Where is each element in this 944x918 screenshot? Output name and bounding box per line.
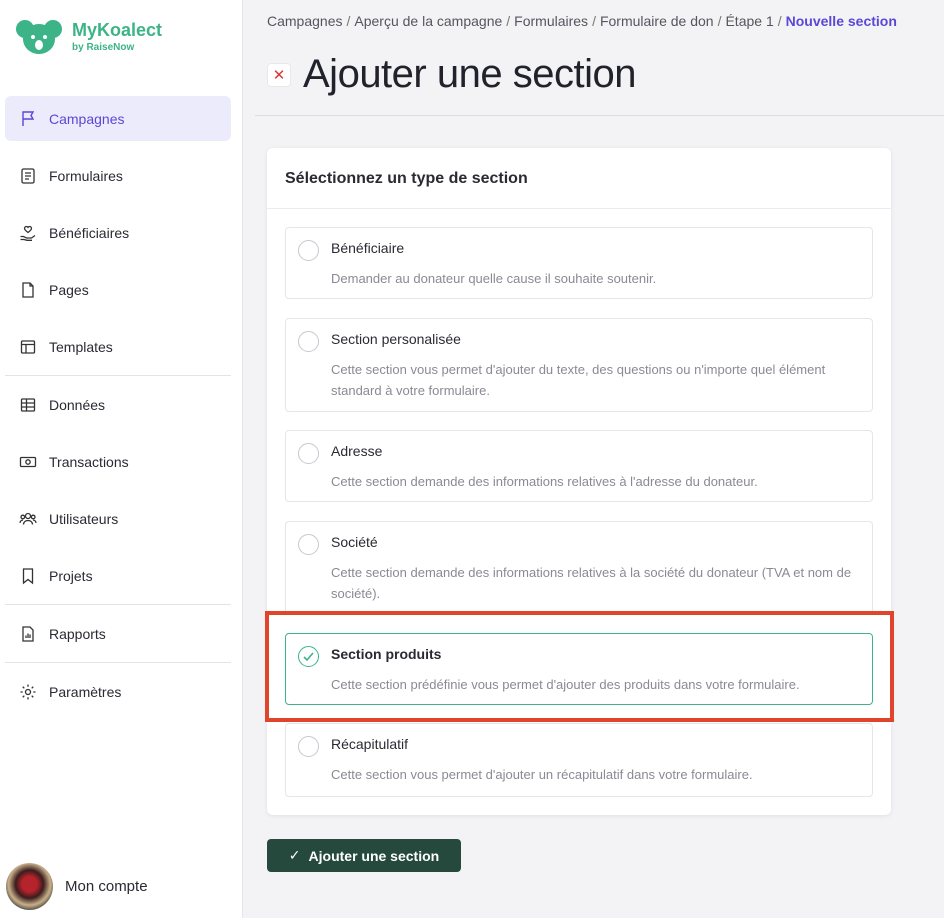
sidebar-item-projets[interactable]: Projets <box>5 553 231 598</box>
radio-button[interactable] <box>298 736 319 757</box>
nav-divider <box>5 375 231 376</box>
option-title: Section produits <box>331 646 442 662</box>
sidebar-item-donnees[interactable]: Données <box>5 382 231 427</box>
sidebar: MyKoalect by RaiseNow Campagnes Formulai… <box>0 0 243 918</box>
sidebar-nav: Campagnes Formulaires Bénéficiaires Page… <box>5 96 231 726</box>
header-divider <box>255 115 944 116</box>
bookmark-icon <box>19 567 37 585</box>
option-beneficiaire[interactable]: Bénéficiaire Demander au donateur quelle… <box>285 227 873 299</box>
sidebar-item-label: Utilisateurs <box>49 510 119 527</box>
sidebar-item-label: Pages <box>49 281 89 298</box>
sidebar-item-campagnes[interactable]: Campagnes <box>5 96 231 141</box>
option-description: Cette section vous permet d'ajouter un r… <box>331 767 753 782</box>
option-title: Section personalisée <box>331 331 461 347</box>
option-adresse[interactable]: Adresse Cette section demande des inform… <box>285 430 873 502</box>
hand-heart-icon <box>19 224 37 242</box>
sidebar-item-label: Campagnes <box>49 110 125 127</box>
option-section-personalisee[interactable]: Section personalisée Cette section vous … <box>285 318 873 412</box>
breadcrumb-separator: / <box>592 13 596 29</box>
breadcrumb-item[interactable]: Formulaire de don <box>600 13 714 29</box>
table-icon <box>19 396 37 414</box>
brand-logo[interactable]: MyKoalect by RaiseNow <box>16 17 162 57</box>
option-description: Cette section demande des informations r… <box>331 565 852 601</box>
breadcrumb-separator: / <box>506 13 511 29</box>
option-title: Adresse <box>331 443 383 459</box>
sidebar-item-parametres[interactable]: Paramètres <box>5 669 231 714</box>
users-icon <box>19 510 37 528</box>
sidebar-item-label: Paramètres <box>49 683 122 700</box>
koala-logo-icon <box>16 17 62 57</box>
option-recapitulatif[interactable]: Récapitulatif Cette section vous permet … <box>285 723 873 797</box>
sidebar-item-label: Bénéficiaires <box>49 224 130 241</box>
check-icon <box>303 652 314 662</box>
avatar[interactable] <box>6 863 53 910</box>
close-icon: ✕ <box>272 66 286 84</box>
sidebar-item-label: Projets <box>49 567 93 584</box>
sidebar-item-label: Formulaires <box>49 167 123 184</box>
section-type-card: Sélectionnez un type de section Bénéfici… <box>267 148 891 815</box>
check-icon: ✓ <box>288 847 301 863</box>
sidebar-item-pages[interactable]: Pages <box>5 267 231 312</box>
breadcrumb-item[interactable]: Formulaires <box>514 13 588 29</box>
option-societe[interactable]: Société Cette section demande des inform… <box>285 521 873 615</box>
cash-icon <box>19 453 37 471</box>
page-icon <box>19 281 37 299</box>
card-title: Sélectionnez un type de section <box>285 170 528 187</box>
option-description: Demander au donateur quelle cause il sou… <box>331 271 657 286</box>
breadcrumb-item[interactable]: Aperçu de la campagne <box>354 13 502 29</box>
breadcrumb-separator: / <box>777 13 782 29</box>
breadcrumb-item[interactable]: Campagnes <box>267 13 343 29</box>
gear-icon <box>19 683 37 701</box>
sidebar-item-rapports[interactable]: Rapports <box>5 611 231 656</box>
add-section-button[interactable]: ✓ Ajouter une section <box>267 839 461 872</box>
brand-title: MyKoalect <box>72 20 163 40</box>
breadcrumb: Campagnes / Aperçu de la campagne / Formulai… <box>267 13 897 29</box>
breadcrumb-separator: / <box>346 13 351 29</box>
sidebar-item-beneficiaires[interactable]: Bénéficiaires <box>5 210 231 255</box>
template-icon <box>19 338 37 356</box>
radio-button[interactable] <box>298 240 319 261</box>
option-title: Bénéficiaire <box>331 240 405 256</box>
option-description: Cette section prédéfinie vous permet d'a… <box>331 677 800 692</box>
flag-icon <box>19 110 37 128</box>
breadcrumb-separator: / <box>717 13 722 29</box>
breadcrumb-item[interactable]: Étape 1 <box>725 13 773 29</box>
radio-button[interactable] <box>298 443 319 464</box>
sidebar-item-label: Templates <box>49 338 113 355</box>
card-divider <box>267 208 891 209</box>
sidebar-item-label: Données <box>49 396 106 413</box>
breadcrumb-current: Nouvelle section <box>785 13 897 29</box>
option-description: Cette section vous permet d'ajouter du t… <box>331 362 826 398</box>
radio-button-checked[interactable] <box>298 646 319 667</box>
sidebar-item-label: Rapports <box>49 625 106 642</box>
page-title: Ajouter une section <box>303 52 636 96</box>
sidebar-item-label: Transactions <box>49 453 129 470</box>
add-section-label: Ajouter une section <box>308 847 440 864</box>
option-description: Cette section demande des informations r… <box>331 474 758 489</box>
radio-button[interactable] <box>298 534 319 555</box>
sidebar-item-templates[interactable]: Templates <box>5 324 231 369</box>
nav-divider <box>5 604 231 605</box>
report-icon <box>19 625 37 643</box>
option-title: Récapitulatif <box>331 736 409 752</box>
option-title: Société <box>331 534 378 550</box>
form-icon <box>19 167 37 185</box>
account-label: Mon compte <box>65 878 148 895</box>
nav-divider <box>5 662 231 663</box>
option-section-produits[interactable]: Section produits Cette section prédéfini… <box>285 633 873 705</box>
brand-subtitle: by RaiseNow <box>72 42 135 53</box>
radio-button[interactable] <box>298 331 319 352</box>
sidebar-item-transactions[interactable]: Transactions <box>5 439 231 484</box>
page-header: ✕ Ajouter une section <box>267 52 636 97</box>
sidebar-item-utilisateurs[interactable]: Utilisateurs <box>5 496 231 541</box>
close-button[interactable]: ✕ <box>267 62 291 87</box>
account-menu[interactable]: Mon compte <box>6 863 148 910</box>
sidebar-item-formulaires[interactable]: Formulaires <box>5 153 231 198</box>
